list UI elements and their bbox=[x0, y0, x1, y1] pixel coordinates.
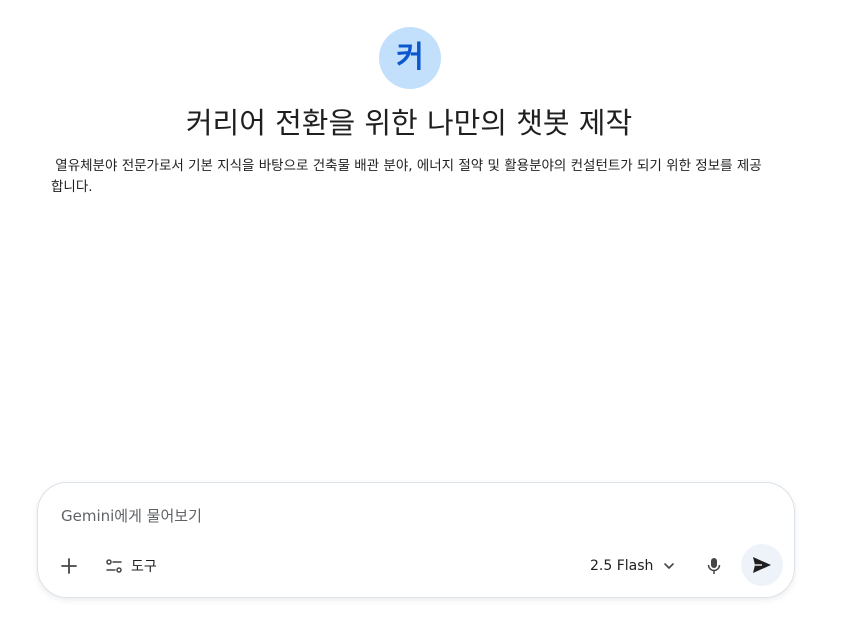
gem-chat-page: 커 커리어 전환을 위한 나만의 챗봇 제작 열유체분야 전문가로서 기본 지식… bbox=[0, 0, 846, 627]
model-selector[interactable]: 2.5 Flash bbox=[590, 552, 675, 580]
prompt-composer: 도구 2.5 Flash bbox=[37, 482, 795, 598]
chevron-down-icon bbox=[664, 563, 675, 569]
add-button[interactable] bbox=[55, 552, 83, 580]
mic-icon bbox=[707, 558, 721, 574]
model-label: 2.5 Flash bbox=[590, 558, 654, 574]
gem-description: 열유체분야 전문가로서 기본 지식을 바탕으로 건축물 배관 분야, 에너지 절… bbox=[51, 158, 762, 195]
send-icon bbox=[753, 557, 771, 573]
tools-label: 도구 bbox=[131, 559, 157, 575]
send-button[interactable] bbox=[741, 544, 783, 586]
gem-title: 커리어 전환을 위한 나만의 챗봇 제작 bbox=[185, 106, 633, 140]
mic-button[interactable] bbox=[702, 552, 726, 580]
plus-icon bbox=[61, 558, 77, 574]
prompt-input[interactable] bbox=[61, 505, 661, 527]
gem-avatar-letter: 커 bbox=[396, 40, 424, 75]
gem-avatar: 커 bbox=[379, 27, 441, 89]
tune-icon bbox=[106, 559, 122, 573]
tools-button[interactable]: 도구 bbox=[105, 552, 157, 580]
